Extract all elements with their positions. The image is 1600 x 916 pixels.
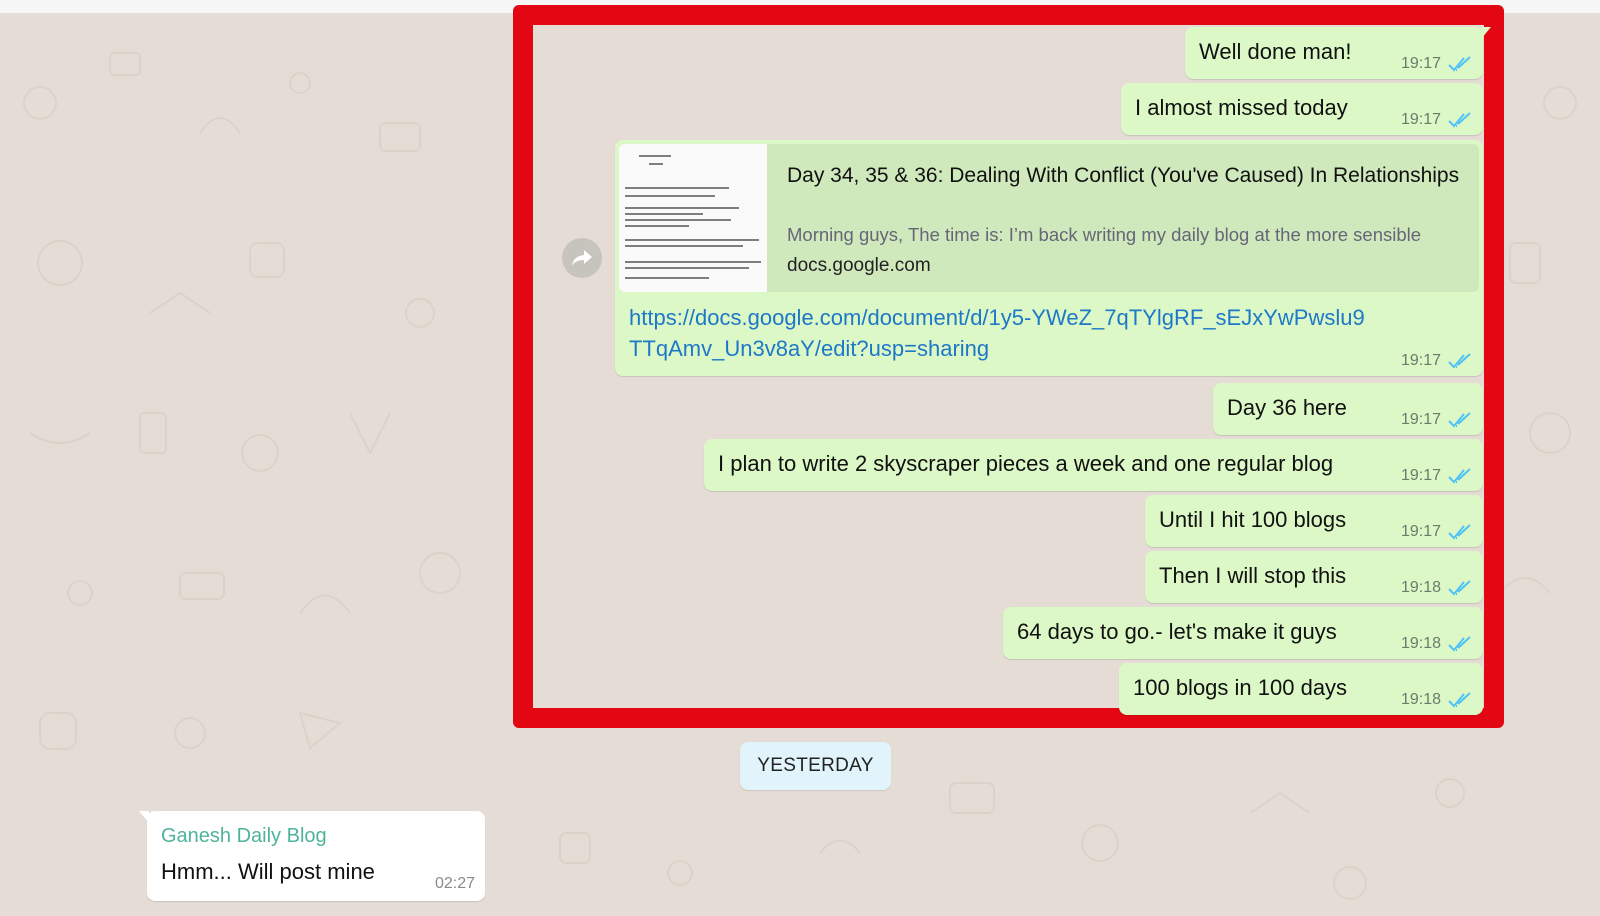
double-check-icon xyxy=(1448,580,1471,596)
preview-description: Morning guys, The time is: I’m back writ… xyxy=(787,224,1422,245)
incoming-message[interactable]: Ganesh Daily Blog Hmm... Will post mine … xyxy=(139,811,485,901)
double-check-icon xyxy=(1448,468,1471,484)
message-meta: 19:17 xyxy=(1401,55,1473,73)
message-meta: 19:17 xyxy=(1401,352,1473,370)
message-meta: 19:17 xyxy=(1401,467,1473,485)
message-meta: 19:18 xyxy=(1401,635,1473,653)
message-time: 19:17 xyxy=(1400,523,1441,540)
message-time: 19:17 xyxy=(1400,352,1441,369)
message-meta: 19:17 xyxy=(1401,111,1473,129)
outgoing-message[interactable]: 64 days to go.- let's make it guys 19:18 xyxy=(1003,607,1483,659)
message-text: Hmm... Will post mine xyxy=(161,859,375,884)
outgoing-message[interactable]: I plan to write 2 skyscraper pieces a we… xyxy=(704,439,1483,491)
date-divider: YESTERDAY xyxy=(740,742,891,790)
preview-title: Day 34, 35 & 36: Dealing With Conflict (… xyxy=(787,164,1460,187)
forward-arrow-icon xyxy=(572,250,592,266)
message-time: 19:18 xyxy=(1400,635,1441,652)
message-time: 19:17 xyxy=(1400,55,1441,72)
double-check-icon xyxy=(1448,412,1471,428)
message-text: 64 days to go.- let's make it guys xyxy=(1017,619,1337,644)
outgoing-message[interactable]: Then I will stop this 19:18 xyxy=(1145,551,1483,603)
message-meta: 19:17 xyxy=(1401,523,1473,541)
double-check-icon xyxy=(1448,636,1471,652)
message-time: 19:18 xyxy=(1400,691,1441,708)
message-text: Then I will stop this xyxy=(1159,563,1347,588)
link-preview[interactable]: Day 34, 35 & 36: Dealing With Conflict (… xyxy=(619,144,1479,292)
double-check-icon xyxy=(1448,524,1471,540)
message-meta: 19:17 xyxy=(1401,411,1473,429)
message-meta: 19:18 xyxy=(1401,691,1473,709)
double-check-icon xyxy=(1448,56,1471,72)
outgoing-message[interactable]: 100 blogs in 100 days 19:18 xyxy=(1119,663,1483,715)
message-text: I plan to write 2 skyscraper pieces a we… xyxy=(718,451,1334,476)
message-time: 19:17 xyxy=(1400,467,1441,484)
bubble-tail xyxy=(1481,27,1491,39)
forward-button[interactable] xyxy=(562,238,602,278)
message-text: Day 36 here xyxy=(1227,395,1347,420)
outgoing-message[interactable]: Well done man! 19:17 xyxy=(1185,27,1491,79)
bubble-tail xyxy=(139,811,149,823)
message-text: I almost missed today xyxy=(1135,95,1348,120)
message-time: 19:17 xyxy=(1400,111,1441,128)
outgoing-message[interactable]: I almost missed today 19:17 xyxy=(1121,83,1483,135)
outgoing-message[interactable]: Until I hit 100 blogs 19:17 xyxy=(1145,495,1483,547)
double-check-icon xyxy=(1448,353,1471,369)
document-thumbnail xyxy=(619,144,767,292)
message-text: 100 blogs in 100 days xyxy=(1133,675,1348,700)
message-time: 19:17 xyxy=(1400,411,1441,428)
message-time: 02:27 xyxy=(434,875,475,892)
sender-name[interactable]: Ganesh Daily Blog xyxy=(161,825,327,848)
outgoing-message[interactable]: Day 36 here 19:17 xyxy=(1213,383,1483,435)
message-time: 19:18 xyxy=(1400,579,1441,596)
link-message[interactable]: Day 34, 35 & 36: Dealing With Conflict (… xyxy=(615,140,1483,376)
double-check-icon xyxy=(1448,692,1471,708)
preview-domain: docs.google.com xyxy=(787,255,931,276)
double-check-icon xyxy=(1448,112,1471,128)
message-text: Until I hit 100 blogs xyxy=(1159,507,1347,532)
message-text: Well done man! xyxy=(1199,39,1352,64)
message-link[interactable]: https://docs.google.com/document/d/1y5-Y… xyxy=(629,302,1369,364)
message-meta: 19:18 xyxy=(1401,579,1473,597)
